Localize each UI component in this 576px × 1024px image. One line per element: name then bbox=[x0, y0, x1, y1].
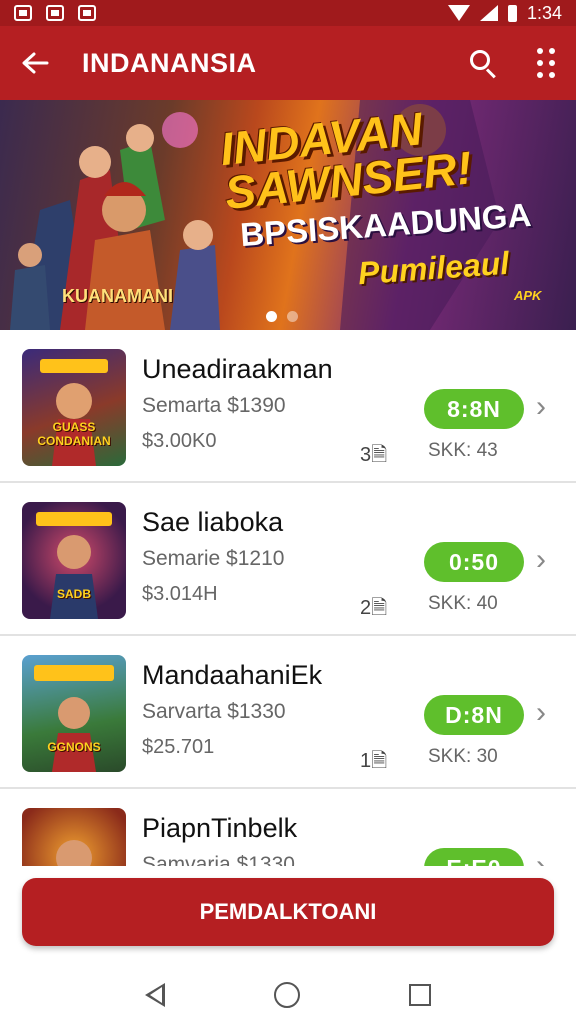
banner-pagination bbox=[266, 311, 298, 322]
notification-icon bbox=[78, 5, 96, 21]
wifi-icon bbox=[447, 5, 470, 21]
more-grid-icon-dot bbox=[537, 60, 543, 66]
item-price: $3.014H bbox=[142, 583, 218, 605]
status-bar: 1:34 bbox=[0, 0, 576, 26]
thumbnail-art bbox=[34, 665, 114, 772]
pagination-dot[interactable] bbox=[287, 311, 298, 322]
list-item[interactable]: GGNONS MandaahaniEk Sarvarta $1330 $25.7… bbox=[0, 636, 576, 789]
item-meta: Semarie $1210 bbox=[142, 547, 285, 570]
thumbnail-label: GUASS CONDANIAN bbox=[37, 420, 111, 448]
app-bar: INDANANSIA bbox=[0, 26, 576, 100]
banner-caption: KUANAMANI bbox=[62, 286, 173, 306]
primary-action-button[interactable]: PEMDALKTOANI bbox=[22, 878, 554, 946]
list-item[interactable]: GUASS CONDANIAN Uneadiraakman Semarta $1… bbox=[0, 330, 576, 483]
item-sku: SKK: 40 bbox=[428, 593, 498, 614]
promo-banner[interactable]: INDAVAN SAWNSER! BPSISKAADUNGA Pumileaul… bbox=[0, 100, 576, 330]
item-title: PiapnTinbelk bbox=[142, 813, 298, 843]
pagination-dot-active[interactable] bbox=[266, 311, 277, 322]
item-title: MandaahaniEk bbox=[142, 660, 323, 690]
nav-home-icon[interactable] bbox=[273, 982, 300, 1008]
status-notification-icons bbox=[14, 5, 96, 21]
thumbnail-label: SADB bbox=[56, 587, 91, 601]
item-price: $25.701 bbox=[142, 736, 215, 758]
item-thumbnail: SADB bbox=[22, 502, 126, 619]
item-count: 1🗎 bbox=[360, 750, 388, 772]
item-status-badge[interactable]: 0:50 bbox=[424, 542, 524, 582]
more-grid-icon bbox=[537, 48, 543, 54]
more-grid-icon-dot bbox=[549, 72, 555, 78]
item-thumbnail: GGNONS bbox=[22, 655, 126, 772]
chevron-right-icon[interactable]: › bbox=[536, 696, 546, 730]
item-thumbnail bbox=[22, 808, 126, 870]
item-sku: SKK: 43 bbox=[428, 440, 498, 461]
nav-back-icon[interactable] bbox=[144, 983, 165, 1007]
thumbnail-art bbox=[40, 359, 108, 466]
app-bar-actions bbox=[466, 46, 558, 80]
back-button[interactable] bbox=[18, 46, 52, 80]
arrow-left-icon bbox=[22, 52, 49, 74]
notification-icon bbox=[46, 5, 64, 21]
more-options-button[interactable] bbox=[534, 46, 558, 80]
list-item[interactable]: SADB Sae liaboka Semarie $1210 $3.014H 2… bbox=[0, 483, 576, 636]
more-grid-icon-dot bbox=[537, 72, 543, 78]
system-nav-bar bbox=[0, 966, 576, 1024]
item-title: Sae liaboka bbox=[142, 507, 284, 537]
status-system-icons: 1:34 bbox=[447, 2, 562, 24]
item-count: 3🗎 bbox=[360, 444, 388, 466]
banner-badge: APK bbox=[514, 288, 542, 303]
search-icon-handle bbox=[485, 68, 496, 79]
item-thumbnail: GUASS CONDANIAN bbox=[22, 349, 126, 466]
item-list: GUASS CONDANIAN Uneadiraakman Semarta $1… bbox=[0, 330, 576, 870]
battery-icon bbox=[507, 4, 517, 22]
item-status-badge[interactable]: D:8N bbox=[424, 695, 524, 735]
thumbnail-art bbox=[56, 840, 92, 870]
nav-recent-icon[interactable] bbox=[409, 984, 432, 1006]
more-grid-icon-dot bbox=[549, 60, 555, 66]
item-status-badge[interactable]: 8:8N bbox=[424, 389, 524, 429]
search-button[interactable] bbox=[466, 46, 500, 80]
item-sku: SKK: 30 bbox=[428, 746, 498, 767]
status-time: 1:34 bbox=[526, 2, 562, 23]
search-icon bbox=[470, 50, 490, 70]
item-count: 2🗎 bbox=[360, 597, 388, 619]
thumbnail-art bbox=[36, 512, 112, 619]
item-price: $3.00K0 bbox=[142, 430, 217, 452]
thumbnail-label: GGNONS bbox=[47, 740, 101, 754]
notification-icon bbox=[14, 5, 32, 21]
more-grid-icon-dot bbox=[549, 48, 555, 54]
item-meta: Sarvarta $1330 bbox=[142, 700, 286, 723]
page-title: INDANANSIA bbox=[82, 47, 257, 78]
chevron-right-icon[interactable]: › bbox=[536, 390, 546, 424]
item-meta: Semarta $1390 bbox=[142, 394, 286, 417]
item-title: Uneadiraakman bbox=[142, 354, 333, 384]
chevron-right-icon[interactable]: › bbox=[536, 543, 546, 577]
signal-icon bbox=[479, 5, 498, 21]
list-item[interactable]: PiapnTinbelk Samvaria $1330 E:E0 › bbox=[0, 789, 576, 870]
